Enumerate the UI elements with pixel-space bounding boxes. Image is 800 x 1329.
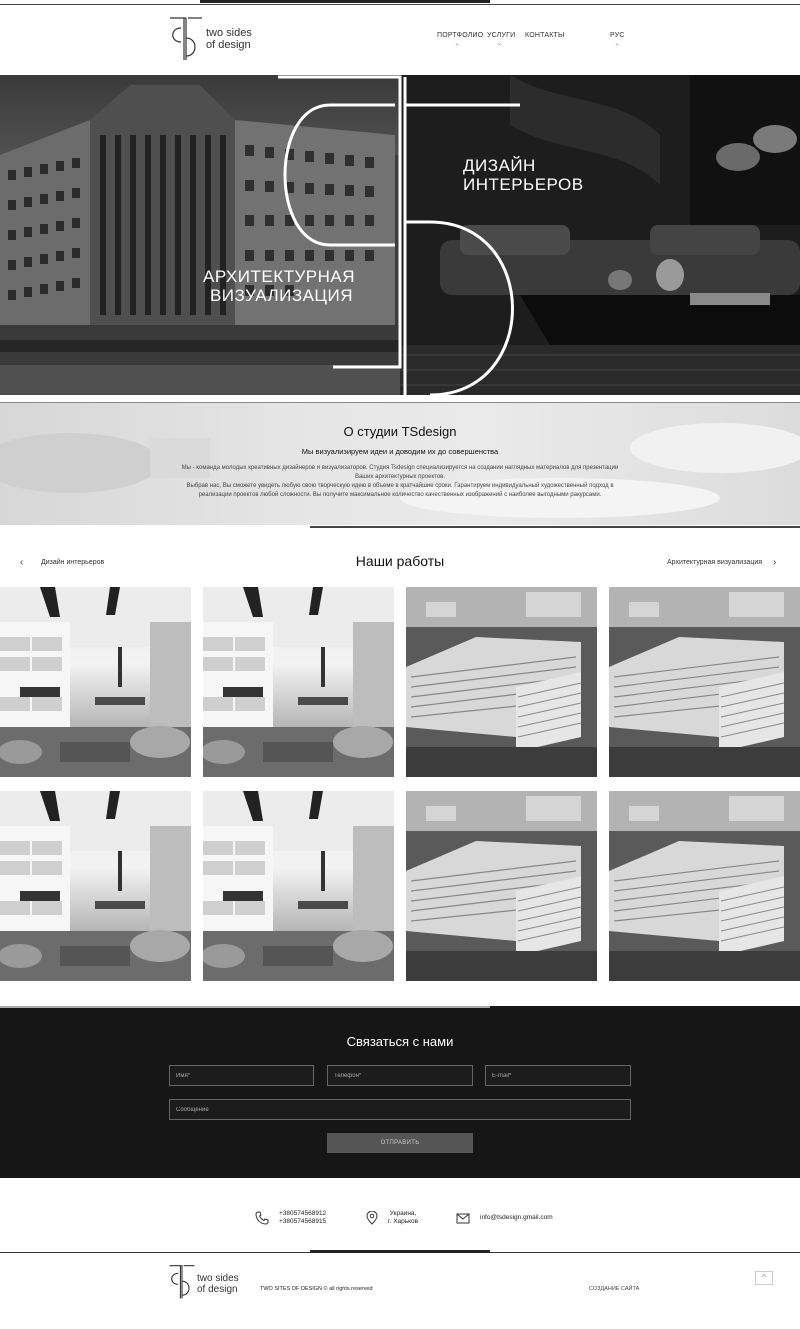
works-header: ‹ Дизайн интерьеров Наши работы Архитект… [0,550,800,576]
about-description: Мы - команда молодых креативных дизайнер… [176,464,624,500]
footer-logo-mark-icon [169,1265,195,1299]
nav-contacts-label: КОНТАКТЫ [525,32,565,39]
gallery-tile-interior[interactable] [0,587,191,777]
gallery-tile-interior[interactable] [203,791,394,981]
contact-title: Связаться с нами [346,1034,454,1049]
hero-arch-line1: АРХИТЕКТУРНАЯ [203,267,356,286]
architecture-render-image [609,587,800,777]
hero-monogram-icon [278,75,520,395]
site-logo[interactable]: two sides of design [168,16,268,62]
footer-logo[interactable]: two sides of design [168,1264,268,1304]
architecture-render-image [609,791,800,981]
hero-banner: АРХИТЕКТУРНАЯ ВИЗУАЛИЗАЦИЯ ДИЗАЙН ИНТЕРЬ… [0,75,800,395]
works-architecture-link[interactable]: Архитектурная визуализация [667,559,762,566]
chevron-down-icon: ⌄ [454,41,460,47]
copyright-text: TWO SITES OF DESIGN © all rights reserve… [260,1286,373,1292]
contact-divider [0,1006,490,1008]
nav-services[interactable]: УСЛУГИ ⌄ [487,32,516,47]
phone-info: +380574568912 +380574568915 [255,1210,326,1226]
contact-info: +380574568912 +380574568915 Украина, г. … [0,1178,800,1253]
contact-section: Связаться с нами ОТПРАВИТЬ [0,1006,800,1178]
phone-number-1[interactable]: +380574568912 [279,1210,326,1218]
gallery-tile-architecture[interactable] [609,791,800,981]
phone-icon [255,1211,269,1225]
language-selector[interactable]: РУС ⌄ [610,32,624,47]
address-country: Украина, [389,1210,417,1217]
hero-architecture-title[interactable]: АРХИТЕКТУРНАЯ ВИЗУАЛИЗАЦИЯ [203,267,356,305]
nav-portfolio-label: ПОРТФОЛИО [437,32,484,39]
email-field[interactable] [485,1065,631,1086]
about-desc-p2: Выбрав нас, Вы сможете увидеть любую сво… [186,483,614,498]
nav-services-label: УСЛУГИ [487,32,516,39]
logo-text-line1: two sides [206,27,252,39]
site-header: two sides of design ПОРТФОЛИО ⌄ УСЛУГИ ⌄… [0,5,800,75]
about-subtitle: Мы визуализируем идеи и доводим их до со… [301,447,499,456]
about-title: О студии TSdesign [343,424,457,439]
footer-logo-line2: of design [197,1284,238,1295]
chevron-right-icon[interactable]: › [773,557,776,568]
footer-logo-line1: two sides [197,1273,239,1284]
about-section: О студии TSdesign Мы визуализируем идеи … [0,403,800,525]
submit-button[interactable]: ОТПРАВИТЬ [327,1133,473,1153]
address-city: г. Харьков [388,1218,419,1225]
chevron-down-icon: ⌄ [496,41,503,47]
logo-mark-icon [170,17,202,60]
nav-contacts[interactable]: КОНТАКТЫ [525,32,564,39]
interior-render-image [203,587,394,777]
hero-interior-line2: ИНТЕРЬЕРОВ [463,175,584,194]
site-footer: two sides of design TWO SITES OF DESIGN … [0,1253,800,1329]
hero-interior-title[interactable]: ДИЗАЙН ИНТЕРЬЕРОВ [463,156,584,194]
phone-field[interactable] [327,1065,473,1086]
address-info: Украина, г. Харьков [366,1210,418,1226]
interior-render-image [0,791,191,981]
site-creation-link[interactable]: СОЗДАНИЕ САЙТА [589,1286,639,1292]
logo-text-line2: of design [206,39,251,51]
gallery-tile-architecture[interactable] [406,791,597,981]
message-field[interactable] [169,1099,631,1120]
envelope-icon [456,1213,470,1224]
gallery-tile-architecture[interactable] [406,587,597,777]
name-field[interactable] [169,1065,314,1086]
email-address[interactable]: info@tsdesign.gmail.com [480,1214,553,1222]
hero-interior-line1: ДИЗАЙН [463,156,536,175]
interior-render-image [203,791,394,981]
language-label: РУС [610,32,625,39]
about-desc-p1: Мы - команда молодых креативных дизайнер… [181,465,619,480]
scroll-up-button[interactable]: ^ [755,1271,773,1285]
gallery-tile-interior[interactable] [203,587,394,777]
architecture-render-image [406,587,597,777]
hero-arch-line2: ВИЗУАЛИЗАЦИЯ [209,286,353,305]
architecture-render-image [406,791,597,981]
gallery-tile-interior[interactable] [0,791,191,981]
about-divider-bottom [310,526,800,528]
gallery-tile-architecture[interactable] [609,587,800,777]
interior-render-image [0,587,191,777]
location-pin-icon [366,1211,378,1225]
chevron-down-icon: ⌄ [614,41,620,47]
nav-portfolio[interactable]: ПОРТФОЛИО ⌄ [437,32,483,47]
phone-number-2[interactable]: +380574568915 [279,1218,326,1226]
logo-text: two sides of design [206,27,252,51]
footer-logo-text: two sides of design [197,1273,239,1295]
email-info: info@tsdesign.gmail.com [456,1212,553,1224]
header-accent-line [200,0,490,3]
